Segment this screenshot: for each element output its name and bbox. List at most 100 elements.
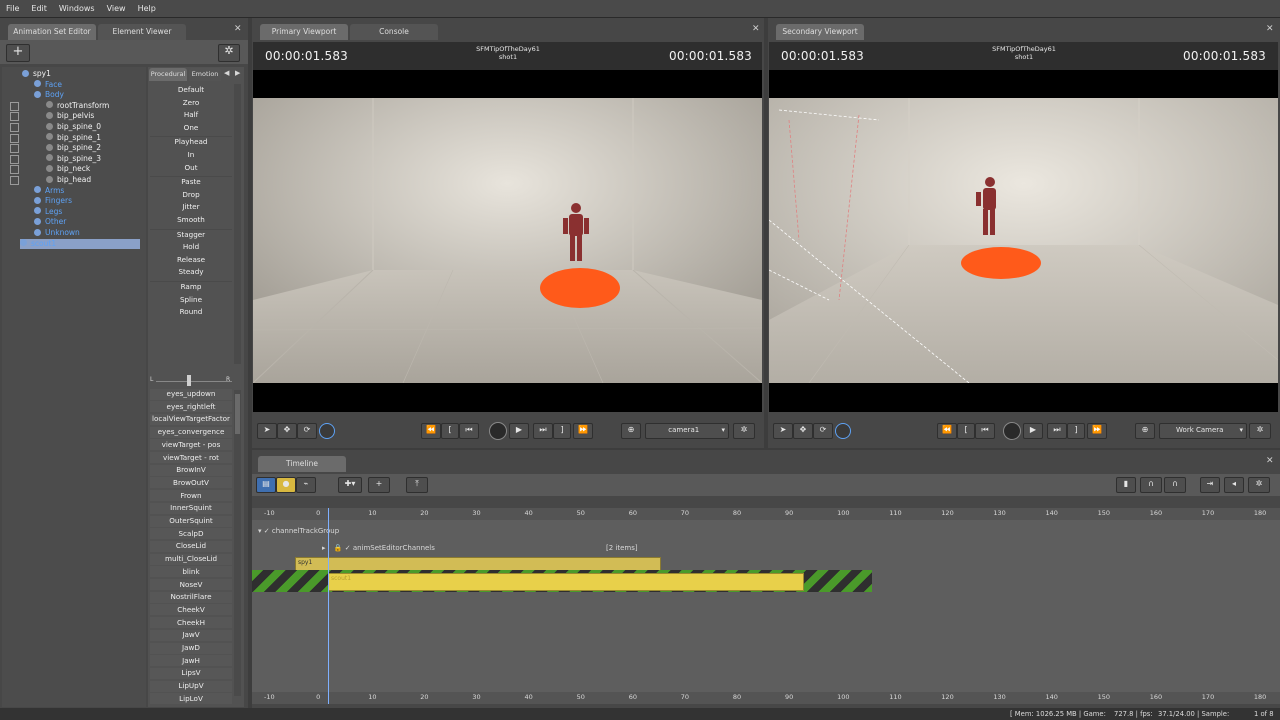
expand-icon[interactable] <box>46 111 53 119</box>
record-button[interactable] <box>1003 422 1021 440</box>
visibility-checkbox[interactable] <box>10 165 19 175</box>
rewind-button[interactable]: ⏪ <box>937 423 957 439</box>
expand-icon[interactable] <box>34 80 41 88</box>
close-icon[interactable]: ✕ <box>234 24 242 34</box>
control-slider[interactable]: CheekV <box>150 605 232 614</box>
slider-handle[interactable] <box>187 375 191 386</box>
rotate-tool-button[interactable]: ⟳ <box>813 423 833 439</box>
target-icon[interactable] <box>319 423 335 439</box>
visibility-checkbox[interactable] <box>10 123 19 132</box>
preset-button[interactable]: Paste <box>150 177 232 186</box>
control-slider[interactable]: LipLoV <box>150 694 232 703</box>
preset-button[interactable]: Jitter <box>150 202 232 211</box>
visibility-checkbox[interactable] <box>10 144 19 154</box>
camera-select[interactable]: camera1 ▾ <box>645 423 729 439</box>
expand-icon[interactable] <box>46 101 53 109</box>
motion-editor-button[interactable]: ● <box>276 477 296 493</box>
expand-icon[interactable] <box>22 69 29 77</box>
control-slider[interactable]: BrowInV <box>150 465 232 474</box>
control-slider[interactable]: CheekH <box>150 618 232 627</box>
tree-item[interactable]: bip_neck <box>46 164 90 175</box>
visibility-checkbox[interactable] <box>10 101 19 111</box>
timeline-ruler-bottom[interactable]: -10 0 10 20 30 40 50 60 70 80 90 100 110 120 130 140 150… <box>252 692 1280 704</box>
camera-select[interactable]: Work Camera ▾ <box>1159 423 1247 439</box>
preset-button[interactable]: Playhead <box>150 137 232 146</box>
tab-emotion[interactable]: Emotion <box>189 68 221 81</box>
tab-procedural[interactable]: Procedural <box>149 68 187 81</box>
expand-icon[interactable] <box>34 228 41 236</box>
menu-file[interactable]: File <box>0 4 25 13</box>
tree-item[interactable]: Fingers <box>34 196 72 207</box>
close-icon[interactable]: ✕ <box>1266 24 1274 34</box>
tree-item[interactable]: bip_head <box>46 175 91 186</box>
control-slider[interactable]: JawD <box>150 643 232 652</box>
preset-button[interactable]: Out <box>150 163 232 172</box>
control-slider[interactable]: CloseLid <box>150 541 232 550</box>
graph-editor-button[interactable]: ⌁ <box>296 477 316 493</box>
preset-button[interactable]: Release <box>150 255 232 264</box>
expand-icon[interactable] <box>46 164 53 172</box>
tab-element-viewer[interactable]: Element Viewer <box>98 24 186 40</box>
crosshair-button[interactable]: ⊕ <box>1135 423 1155 439</box>
expand-icon[interactable] <box>34 186 41 194</box>
mute-button[interactable]: ◂ <box>1224 477 1244 493</box>
record-button[interactable] <box>489 422 507 440</box>
expand-icon[interactable]: ▾ <box>258 527 262 535</box>
menu-help[interactable]: Help <box>132 4 162 13</box>
step-forward-button[interactable]: ⏭ <box>533 423 553 439</box>
move-tool-button[interactable]: ✥ <box>793 423 813 439</box>
add-button[interactable]: + <box>368 477 390 493</box>
balance-slider[interactable]: L R <box>148 374 240 388</box>
tree-item[interactable]: Body <box>34 90 64 101</box>
control-slider[interactable]: ScalpD <box>150 529 232 538</box>
tree-item[interactable]: bip_pelvis <box>46 111 94 122</box>
expand-icon[interactable] <box>46 122 53 130</box>
control-slider[interactable]: localViewTargetFactor <box>150 414 232 423</box>
control-slider[interactable]: InnerSquint <box>150 503 232 512</box>
control-slider[interactable]: eyes_updown <box>150 389 232 398</box>
control-slider[interactable]: eyes_rightleft <box>150 402 232 411</box>
viewport-settings-button[interactable]: ✲ <box>733 423 755 439</box>
scrollbar[interactable] <box>234 390 241 696</box>
tree-item[interactable]: scout1 <box>20 238 140 250</box>
expand-icon[interactable] <box>46 154 53 162</box>
rewind-button[interactable]: ⏪ <box>421 423 441 439</box>
preset-button[interactable]: Hold <box>150 242 232 251</box>
menu-edit[interactable]: Edit <box>25 4 53 13</box>
chevron-left-icon[interactable]: ◀ <box>224 69 229 77</box>
track-area[interactable]: ▾ ✓ channelTrackGroup ▸ 🔒 ✓ animSetEdito… <box>252 520 1280 692</box>
chevron-right-icon[interactable]: ▶ <box>235 69 240 77</box>
expand-icon[interactable] <box>46 133 53 141</box>
close-icon[interactable]: ✕ <box>1266 456 1274 466</box>
tree-item[interactable]: Unknown <box>34 228 80 239</box>
3d-view[interactable] <box>769 70 1278 412</box>
control-slider[interactable]: JawH <box>150 656 232 665</box>
channel-row[interactable]: ▸ 🔒 ✓ animSetEditorChannels [2 items] <box>322 542 662 554</box>
preset-button[interactable]: Ramp <box>150 282 232 291</box>
preset-button[interactable]: Zero <box>150 98 232 107</box>
step-forward-button[interactable]: ⏭ <box>1047 423 1067 439</box>
select-tool-button[interactable]: ➤ <box>257 423 277 439</box>
tab-console[interactable]: Console <box>350 24 438 40</box>
preset-button[interactable]: Default <box>150 85 232 94</box>
tab-timeline[interactable]: Timeline <box>258 456 346 472</box>
control-slider[interactable]: LipsV <box>150 668 232 677</box>
expand-icon[interactable]: ▸ <box>322 544 326 552</box>
control-slider[interactable]: Frown <box>150 491 232 500</box>
tree-item[interactable]: Face <box>34 80 62 91</box>
control-slider[interactable]: multi_CloseLid <box>150 554 232 563</box>
control-slider[interactable]: NostrilFlare <box>150 592 232 601</box>
viewport-settings-button[interactable]: ✲ <box>1249 423 1271 439</box>
frame-start-button[interactable]: [ <box>957 423 975 439</box>
tree-item[interactable]: Other <box>34 217 66 228</box>
expand-icon[interactable] <box>46 175 53 183</box>
close-icon[interactable]: ✕ <box>752 24 760 34</box>
preset-button[interactable]: Half <box>150 110 232 119</box>
preset-button[interactable]: One <box>150 123 232 132</box>
preset-button[interactable]: In <box>150 150 232 159</box>
snap-button[interactable]: ∩ <box>1164 477 1186 493</box>
control-slider[interactable]: LipUpV <box>150 681 232 690</box>
rotate-tool-button[interactable]: ⟳ <box>297 423 317 439</box>
play-button[interactable]: ▶ <box>509 423 529 439</box>
menu-windows[interactable]: Windows <box>53 4 101 13</box>
